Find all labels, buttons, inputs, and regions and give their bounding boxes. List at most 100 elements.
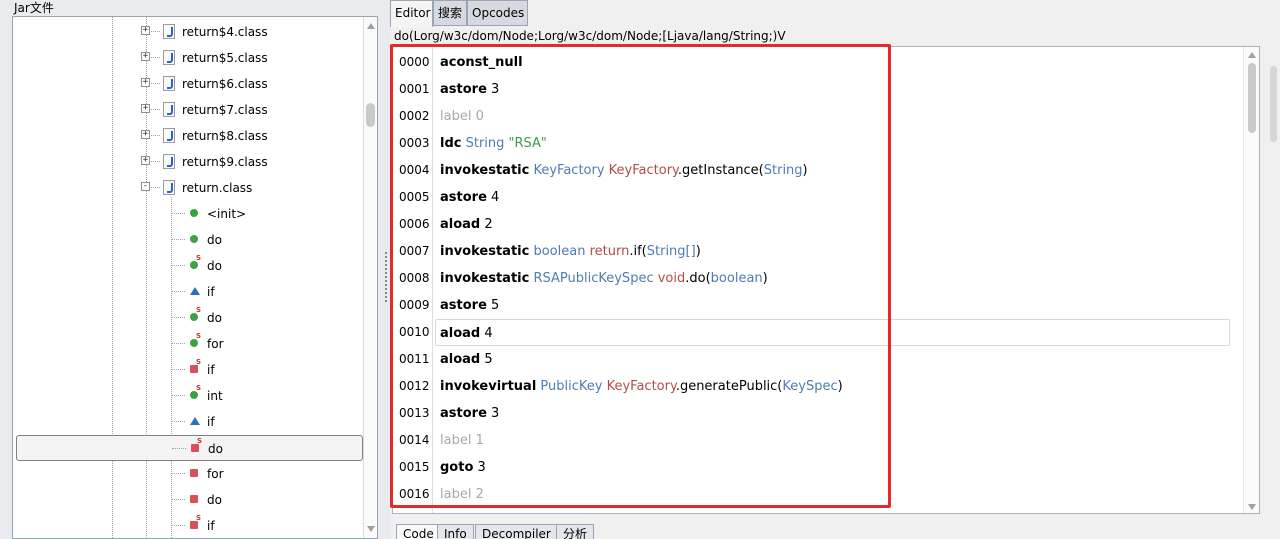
tree-class-node[interactable]: + return$4.class: [13, 19, 362, 45]
code-line[interactable]: aconst_null: [440, 49, 523, 76]
tree-method-node[interactable]: Sif: [13, 357, 362, 383]
scroll-up-icon[interactable]: [367, 23, 375, 29]
tree-class-node[interactable]: + return$7.class: [13, 97, 362, 123]
java-class-icon: [163, 154, 175, 169]
tree-method-node[interactable]: Sif: [13, 513, 362, 538]
code-line[interactable]: invokestatic boolean return.if(String[]): [440, 238, 701, 265]
tree-node-label: return$7.class: [182, 103, 268, 117]
code-line[interactable]: label 2: [440, 481, 484, 508]
tree-class-node[interactable]: + return$8.class: [13, 123, 362, 149]
tree-method-node[interactable]: if: [13, 409, 362, 435]
token-kw: goto: [440, 460, 474, 475]
token-type: String[]: [646, 244, 696, 259]
token-type: PublicKey: [536, 379, 603, 394]
tree-method-node[interactable]: Sdo: [16, 435, 363, 461]
token-plain: ): [802, 163, 808, 178]
tree-method-node[interactable]: for: [13, 461, 362, 487]
line-number: 0008: [399, 271, 430, 285]
tree-method-node[interactable]: Sdo: [13, 305, 362, 331]
code-line[interactable]: label 0: [440, 103, 484, 130]
java-class-icon: [163, 102, 175, 117]
tree-class-node[interactable]: + return$9.class: [13, 149, 362, 175]
editor-panel: Editor 搜索 Opcodes do(Lorg/w3c/dom/Node;L…: [390, 0, 1280, 539]
expand-icon[interactable]: +: [141, 26, 150, 35]
scroll-thumb[interactable]: [1270, 66, 1277, 142]
tree-class-node[interactable]: + return$6.class: [13, 71, 362, 97]
token-kw: aconst_null: [440, 55, 523, 70]
token-plain: .do(: [685, 271, 711, 286]
tab-code[interactable]: Code: [396, 524, 441, 539]
tab-info[interactable]: Info: [437, 524, 474, 539]
token-owner: void: [653, 271, 686, 286]
tree-method-node[interactable]: Sdo: [13, 253, 362, 279]
tab-editor[interactable]: Editor: [390, 0, 433, 27]
expand-icon[interactable]: +: [141, 52, 150, 61]
code-line[interactable]: astore 4: [440, 184, 499, 211]
tree-node-label: if: [207, 519, 215, 533]
bytecode-editor[interactable]: 0000 0001 0002 0003 0004 0005 0006 0007 0008 0009…: [392, 46, 1260, 514]
line-number: 0016: [399, 487, 430, 501]
code-line[interactable]: astore 3: [440, 400, 499, 427]
scroll-down-icon[interactable]: [1248, 504, 1256, 510]
token-kw: astore: [440, 82, 487, 97]
expand-icon[interactable]: +: [141, 130, 150, 139]
code-line[interactable]: invokevirtual PublicKey KeyFactory.gener…: [440, 373, 843, 400]
tree-connector: [171, 395, 185, 396]
private-method-icon: [190, 495, 198, 503]
token-num: 3: [486, 406, 500, 421]
tree-scrollbar[interactable]: [363, 17, 377, 538]
token-owner: KeyFactory: [602, 379, 676, 394]
scroll-thumb[interactable]: [1248, 63, 1256, 133]
tree-class-node[interactable]: + return$5.class: [13, 45, 362, 71]
line-number: 0013: [399, 406, 430, 420]
tree-method-node[interactable]: Sfor: [13, 331, 362, 357]
code-line[interactable]: label 1: [440, 427, 484, 454]
current-code-line[interactable]: aload 4: [435, 319, 1230, 346]
code-line[interactable]: invokestatic RSAPublicKeySpec void.do(bo…: [440, 265, 768, 292]
tab-search[interactable]: 搜索: [433, 0, 467, 26]
token-type: KeySpec: [782, 379, 838, 394]
tree-node-label: for: [207, 337, 224, 351]
java-class-icon: [163, 180, 175, 195]
code-line[interactable]: aload 5: [440, 346, 493, 373]
line-number: 0001: [399, 82, 430, 96]
scroll-down-icon[interactable]: [367, 526, 375, 532]
static-modifier-icon: S: [196, 332, 202, 340]
line-number: 0011: [399, 352, 430, 366]
jar-tree[interactable]: + return$4.class + return$5.class + return$6.…: [12, 16, 378, 539]
tree-method-node[interactable]: do: [13, 487, 362, 513]
static-method-icon: [190, 261, 198, 269]
editor-scrollbar[interactable]: [1243, 47, 1259, 513]
scroll-thumb[interactable]: [366, 103, 375, 127]
code-line[interactable]: astore 5: [440, 292, 499, 319]
code-line[interactable]: goto 3: [440, 454, 486, 481]
tab-analysis[interactable]: 分析: [556, 524, 595, 539]
splitter-grip-icon[interactable]: [385, 252, 388, 302]
tree-method-node[interactable]: do: [13, 227, 362, 253]
expand-icon[interactable]: +: [141, 78, 150, 87]
tab-decompiler[interactable]: Decompiler: [475, 524, 558, 539]
expand-icon[interactable]: +: [141, 156, 150, 165]
tree-method-node[interactable]: Sint: [13, 383, 362, 409]
scroll-up-icon[interactable]: [1248, 52, 1256, 58]
line-number: 0015: [399, 460, 430, 474]
token-type: boolean: [529, 244, 586, 259]
tree-method-node[interactable]: <init>: [13, 201, 362, 227]
outer-scrollbar[interactable]: [1267, 46, 1280, 514]
code-line[interactable]: invokestatic KeyFactory KeyFactory.getIn…: [440, 157, 808, 184]
code-line[interactable]: aload 2: [440, 211, 493, 238]
expand-icon[interactable]: +: [141, 104, 150, 113]
static-modifier-icon: S: [196, 384, 202, 392]
collapse-icon[interactable]: -: [141, 182, 150, 191]
code-line[interactable]: ldc String "RSA": [440, 130, 547, 157]
tree-node-label: return$5.class: [182, 51, 268, 65]
tree-class-node[interactable]: - return.class: [13, 175, 362, 201]
jar-file-panel: Jar文件 + return$4.class + return$5.class + ret…: [0, 0, 384, 539]
java-class-icon: [163, 50, 175, 65]
code-line[interactable]: astore 3: [440, 76, 499, 103]
tab-opcodes[interactable]: Opcodes: [467, 0, 528, 26]
tree-connector: [171, 473, 185, 474]
tree-method-node[interactable]: if: [13, 279, 362, 305]
token-kw: aload: [440, 326, 481, 341]
tree-connector: [171, 369, 185, 370]
